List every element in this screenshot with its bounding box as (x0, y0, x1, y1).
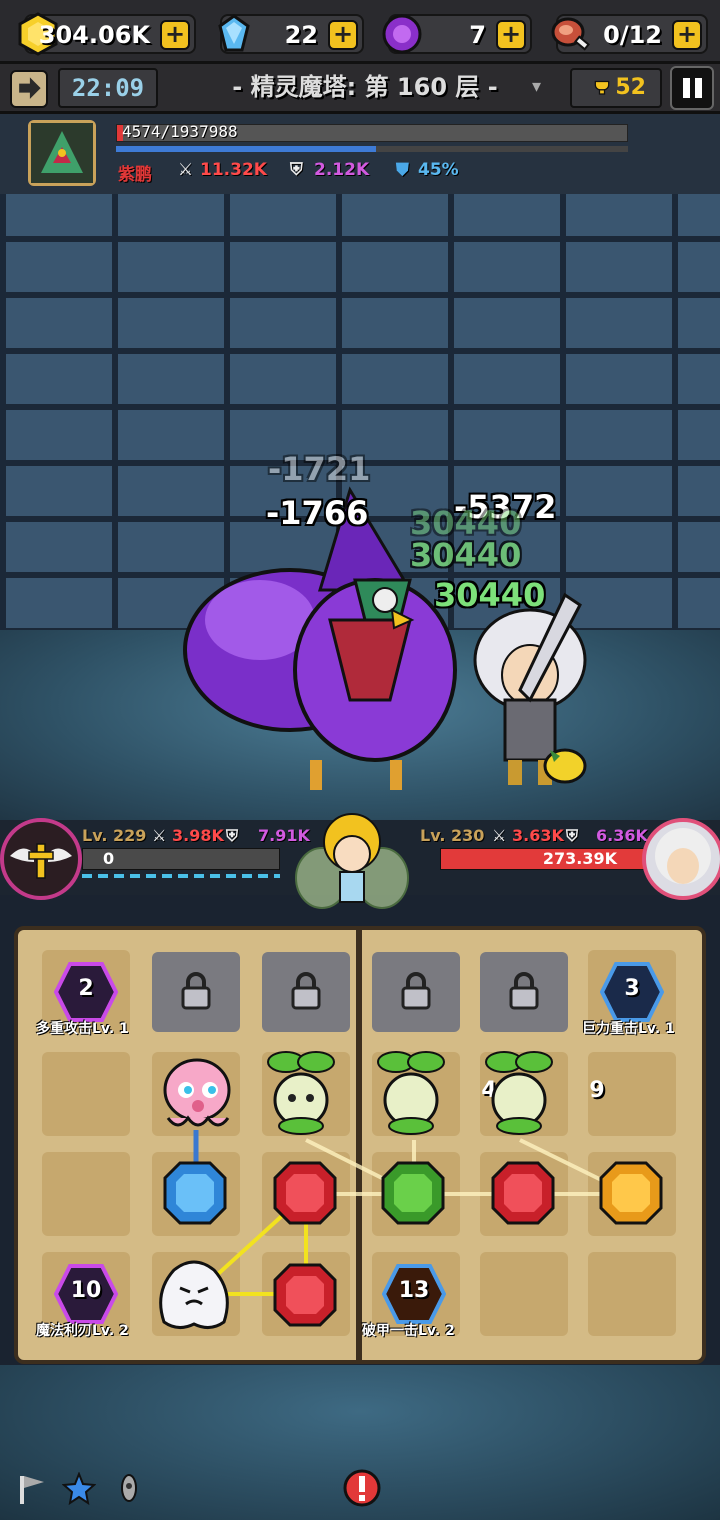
star-badge-icon[interactable] (62, 1472, 96, 1506)
skill-armor-break[interactable]: 13 (382, 1264, 446, 1324)
skill-label: 巨力重击Lv. 1 (582, 1021, 675, 1037)
blue-gem[interactable] (162, 1160, 228, 1226)
skill-magic-blade[interactable]: 10 (54, 1264, 118, 1324)
shield-icon: ⛨ (290, 160, 303, 180)
flag-icon[interactable] (14, 1472, 48, 1506)
player-avatar[interactable] (0, 818, 82, 900)
rank-value: 52 (615, 75, 646, 100)
skill-heavy-strike[interactable]: 3 (600, 962, 664, 1022)
green-gem[interactable] (380, 1160, 446, 1226)
heal-number: 30440 (434, 576, 546, 614)
white-ghost-unit[interactable] (150, 1252, 238, 1336)
lock-icon (291, 972, 321, 1010)
diamond-icon (218, 14, 250, 52)
stage-title[interactable]: - 精灵魔塔: 第 160 层 - (170, 68, 560, 108)
player-hp-value: 0 (103, 849, 115, 868)
rocket-icon[interactable] (112, 1472, 146, 1506)
leaf-sprout-unit[interactable]: 4 (372, 1048, 497, 1138)
skill-label: 魔法利刃Lv. 2 (36, 1323, 129, 1339)
enemy-avatar[interactable] (642, 818, 720, 900)
add-diamond-button[interactable]: + (328, 20, 358, 50)
chevron-down-icon[interactable]: ▾ (532, 70, 552, 104)
damage-number: -1721 (268, 450, 371, 488)
enemy-hp-value: 273.39K (542, 849, 617, 868)
rank-badge: 52 (570, 68, 662, 108)
skill-count: 13 (398, 1278, 430, 1303)
skill-count: 2 (78, 976, 94, 1001)
yellow-pet (543, 748, 587, 784)
damage-number: -1766 (266, 494, 369, 532)
enemy-hp-bar: 273.39K (440, 848, 646, 870)
add-gold-button[interactable]: + (160, 20, 190, 50)
leaf-sprout-icon (485, 1051, 553, 1135)
boss-avatar-icon (31, 123, 93, 183)
leaf-sprout-unit[interactable] (262, 1048, 340, 1138)
diamond-counter: 22 + (218, 14, 364, 54)
locked-cell[interactable] (152, 952, 240, 1032)
orb-counter: 7 + (382, 14, 532, 54)
boss-name: 紫鹏 (118, 165, 152, 185)
diamond-value: 22 (284, 21, 318, 49)
boss-portrait[interactable] (28, 120, 96, 186)
red-gem[interactable] (272, 1160, 338, 1226)
skill-label: 破甲一击Lv. 2 (362, 1323, 455, 1339)
lock-icon (181, 972, 211, 1010)
orb-value: 7 (469, 21, 486, 49)
lock-icon (509, 972, 539, 1010)
skill-count: 10 (70, 1278, 102, 1303)
shield-icon: ⛨ (226, 826, 239, 845)
enemy-defense: 6.36K (596, 826, 648, 845)
stamina-value: 0/12 (603, 21, 662, 49)
boss-hp-text: 4574/1937988 (122, 122, 238, 141)
unit-level: 9 (589, 1078, 605, 1103)
exit-button[interactable] (10, 70, 48, 108)
white-hair-hero-icon (655, 828, 711, 884)
sword-icon: ⚔ (492, 826, 507, 845)
sword-icon: ⚔ (178, 160, 194, 180)
locked-cell[interactable] (262, 952, 350, 1032)
player-hp-bar: 0 (82, 848, 280, 870)
heal-number: 30440 (410, 536, 522, 574)
pause-button[interactable] (670, 66, 714, 110)
player-attack: 3.98K (172, 826, 224, 845)
winged-cross-icon (10, 843, 72, 879)
skill-count: 3 (624, 976, 640, 1001)
shield-percent-icon: ⛊ (396, 160, 409, 180)
enemy-attack: 3.63K (512, 826, 564, 845)
locked-cell[interactable] (372, 952, 460, 1032)
player-level: Lv. 229 (82, 826, 147, 845)
fairy-companion[interactable] (294, 808, 410, 936)
boss-shield-percent: 45% (418, 160, 459, 180)
add-stamina-button[interactable]: + (672, 20, 702, 50)
red-gem[interactable] (490, 1160, 556, 1226)
red-gem[interactable] (272, 1262, 338, 1328)
lock-icon (401, 972, 431, 1010)
trophy-icon (594, 80, 610, 95)
pink-octopus-unit[interactable] (158, 1052, 236, 1136)
alert-icon[interactable] (342, 1468, 382, 1508)
boss-defense: 2.12K (314, 160, 370, 180)
sword-icon: ⚔ (152, 826, 167, 845)
orange-gem[interactable] (598, 1160, 664, 1226)
skill-multi-attack[interactable]: 2 (54, 962, 118, 1022)
stage-timer: 22:09 (58, 68, 158, 108)
boss-shield-fill (116, 146, 376, 152)
leaf-sprout-unit[interactable]: 9 (480, 1048, 605, 1138)
enemy-level: Lv. 230 (420, 826, 485, 845)
locked-cell[interactable] (480, 952, 568, 1032)
leaf-sprout-icon (377, 1051, 445, 1135)
add-orb-button[interactable]: + (496, 20, 526, 50)
shield-icon: ⛨ (566, 826, 579, 845)
player-mana-bar (82, 874, 280, 878)
stamina-counter: 0/12 + (551, 14, 708, 54)
purple-orb-icon (382, 14, 422, 54)
boss-attack: 11.32K (200, 160, 267, 180)
exit-arrow-icon (19, 77, 41, 99)
gold-counter: 304.06K + (18, 12, 196, 56)
gold-value: 304.06K (38, 21, 150, 49)
meat-icon (551, 17, 590, 51)
skill-label: 多重攻击Lv. 1 (36, 1021, 129, 1037)
